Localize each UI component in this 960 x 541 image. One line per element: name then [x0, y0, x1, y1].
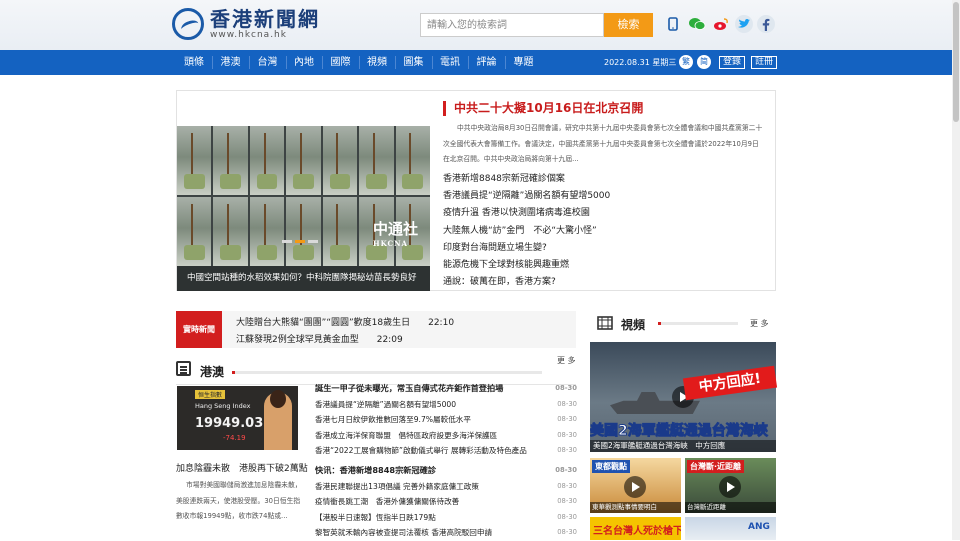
video-thumbnail[interactable]: 東都觀點 東華觀測點事情要明白: [590, 458, 681, 513]
hk-section-title[interactable]: 港澳: [200, 363, 224, 380]
photo-slider[interactable]: 中通社 HKCNA 中國空間站種的水稻效果如何？中科院團隊揭秘幼苗長勢良好: [177, 126, 430, 291]
login-button[interactable]: 登錄: [719, 56, 746, 69]
live-news-tag: 實時新聞: [176, 311, 222, 348]
video-thumbnail[interactable]: 三名台灣人死於槍下: [590, 517, 681, 540]
list-item[interactable]: 黎智英就禾輸內容被查提司法覆核 香港高院駁回申請 08-30: [315, 525, 577, 541]
hk-feature-summary: 市場對美國聯儲局激進加息陰霾未散，美股連跌兩天，使港股受壓。30日恒生指數收市報…: [176, 481, 302, 520]
nav-item-video[interactable]: 視頻: [359, 50, 395, 75]
nav-item-hk-macau[interactable]: 港澳: [212, 50, 249, 75]
facebook-icon[interactable]: [757, 15, 775, 33]
nav-item-gallery[interactable]: 圖集: [395, 50, 432, 75]
scrollbar-thumb[interactable]: [953, 2, 959, 122]
slider-caption[interactable]: 中國空間站種的水稻效果如何？中科院團隊揭秘幼苗長勢良好: [177, 266, 430, 291]
video-caption[interactable]: 美國2海軍艦艇通過台灣海峽 中方回應: [590, 440, 776, 452]
twitter-icon[interactable]: [735, 15, 753, 33]
top-headline[interactable]: 中共二十大擬10月16日在北京召開: [443, 101, 643, 116]
list-item[interactable]: 香港成立海洋保育聯盟 倡特區政府設更多海洋保護區 08-30: [315, 428, 577, 444]
live-news-time: 22:09: [376, 335, 403, 345]
hsi-value: 19949.03: [195, 416, 264, 431]
nav-item-international[interactable]: 國際: [322, 50, 359, 75]
list-item[interactable]: 【港股半日速報】恆指半日跌179點 08-30: [315, 510, 577, 526]
top-news-block: 中通社 HKCNA 中國空間站種的水稻效果如何？中科院團隊揭秘幼苗長勢良好 中共…: [176, 90, 776, 291]
site-logo[interactable]: 香港新聞網 www.hkcna.hk: [172, 8, 320, 40]
hsi-label: Hang Seng Index: [195, 402, 251, 410]
film-icon: [597, 315, 613, 334]
search-input[interactable]: [420, 13, 604, 37]
page-scrollbar[interactable]: [952, 0, 960, 540]
video-thumbnail[interactable]: ANG: [685, 517, 776, 540]
video-thumb-label: 東都觀點: [592, 460, 630, 473]
list-item[interactable]: 快讯：香港新增8848宗新冠確診 08-30: [315, 463, 577, 479]
list-item[interactable]: 香港“2022工展會購物節”啟動儀式舉行 展轉彩活動及特色產品 08-30: [315, 443, 577, 459]
list-item[interactable]: 香港民建聯提出13項倡議 完善外籍家庭傭工政策 08-30: [315, 479, 577, 495]
main-nav: 頭條 港澳 台灣 內地 國際 視頻 圖集 電訊 評論 專題 2022.08.31…: [0, 50, 952, 75]
video-section-header: 視頻 更 多: [597, 312, 776, 336]
video-more-link[interactable]: 更 多: [750, 318, 769, 329]
hk-news-list: 快讯：香港新增8848宗新冠確診 08-30 香港民建聯提出13項倡議 完善外籍家…: [315, 463, 577, 541]
video-overlay-title: 美國2海軍艦艇通過台灣海峽: [590, 423, 768, 440]
section-divider: [232, 371, 542, 374]
nav-item-headlines[interactable]: 頭條: [176, 50, 212, 75]
lang-simplified-button[interactable]: 简: [697, 55, 711, 69]
section-divider: [658, 322, 738, 325]
site-header: 香港新聞網 www.hkcna.hk 檢索: [0, 0, 952, 50]
video-thumbnail[interactable]: 台灣斷·近距離 台灣斷近距離: [685, 458, 776, 513]
live-news-ticker: 實時新聞 大陸贈台大熊貓“團團”“圓圓”歡度18歲生日 22:10 江蘇發現2例全…: [176, 311, 576, 348]
hk-news-list: 誕生一甲子從未曝光，常玉自傳式花卉鉅作首登拍場 08-30 香港議員提“逆隔離”過…: [315, 381, 577, 459]
wechat-icon[interactable]: [688, 15, 706, 33]
current-date: 2022.08.31 星期三: [604, 58, 677, 67]
nav-item-wire[interactable]: 電訊: [432, 50, 468, 75]
slider-dots[interactable]: [282, 240, 318, 243]
lang-traditional-button[interactable]: 繁: [679, 55, 693, 69]
logo-mark-icon: [172, 8, 204, 40]
video-thumb-label: 台灣斷·近距離: [687, 460, 745, 473]
hk-feature-title[interactable]: 加息陰霾未散 港股再下破2萬點: [176, 461, 308, 474]
register-button[interactable]: 註冊: [751, 56, 778, 69]
list-item[interactable]: 通說：破萬在即，香港方案?: [443, 274, 610, 291]
live-news-time: 22:10: [428, 318, 455, 328]
list-item[interactable]: 香港議員提“逆隔離”過關名額有望增5000: [443, 188, 610, 205]
mobile-icon[interactable]: [664, 15, 682, 33]
video-thumb-caption: 台灣斷近距離: [685, 502, 776, 513]
list-item[interactable]: 印度對台海問題立場生變?: [443, 240, 610, 257]
search-button[interactable]: 檢索: [604, 13, 653, 37]
nav-item-mainland[interactable]: 內地: [286, 50, 322, 75]
list-item[interactable]: 誕生一甲子從未曝光，常玉自傳式花卉鉅作首登拍場 08-30: [315, 381, 577, 397]
play-icon[interactable]: [624, 476, 646, 498]
news-icon: [176, 361, 191, 376]
list-item[interactable]: 香港七月日紋伊飲推數回落至9.7%屬較低水平 08-30: [315, 412, 577, 428]
video-section-title[interactable]: 視頻: [621, 316, 645, 333]
nav-item-features[interactable]: 專題: [505, 50, 542, 75]
nav-item-commentary[interactable]: 評論: [468, 50, 505, 75]
weibo-icon[interactable]: [712, 15, 730, 33]
top-news-list: 香港新增8848宗新冠確診個案 香港議員提“逆隔離”過關名額有望增5000 疫情…: [443, 171, 610, 291]
headline-summary: 中共中央政治局8月30日召開會議，研究中共第十九屆中央委員會第七次全體會議和中國…: [443, 124, 763, 163]
video-thumb-label: 三名台灣人死於槍下: [593, 526, 681, 537]
list-item[interactable]: 能源危機下全球對核能興趣重燃: [443, 257, 610, 274]
hsi-feature-image[interactable]: 恒生指數 Hang Seng Index 19949.03 -74.19: [177, 386, 298, 450]
play-icon[interactable]: [719, 476, 741, 498]
live-news-item[interactable]: 大陸贈台大熊貓“團團”“圓圓”歡度18歲生日 22:10: [236, 315, 454, 328]
hsi-tag: 恒生指數: [195, 390, 226, 399]
hsi-change: -74.19: [223, 434, 246, 442]
list-item[interactable]: 香港新增8848宗新冠確診個案: [443, 171, 610, 188]
list-item[interactable]: 疫情升溫 香港以快測圍堵病毒進校園: [443, 205, 610, 222]
person-image: [264, 390, 292, 450]
logo-url: www.hkcna.hk: [210, 30, 287, 40]
cns-watermark: 中通社 HKCNA: [373, 220, 419, 248]
nav-item-taiwan[interactable]: 台灣: [249, 50, 286, 75]
live-news-item[interactable]: 江蘇發現2例全球罕見黃金血型 22:09: [236, 332, 403, 345]
list-item[interactable]: 香港議員提“逆隔離”過關名額有望增5000 08-30: [315, 397, 577, 413]
list-item[interactable]: 大陸無人機“訪”金門 不必“大驚小怪”: [443, 223, 610, 240]
list-item[interactable]: 疫情衝長跳工潮 香港外傭獲傭關係待改善 08-30: [315, 494, 577, 510]
hk-more-link[interactable]: 更 多: [557, 355, 576, 366]
logo-title: 香港新聞網: [210, 7, 320, 31]
video-thumb-label: ANG: [748, 522, 770, 532]
video-thumb-caption: 東華觀測點事情要明白: [590, 502, 681, 513]
